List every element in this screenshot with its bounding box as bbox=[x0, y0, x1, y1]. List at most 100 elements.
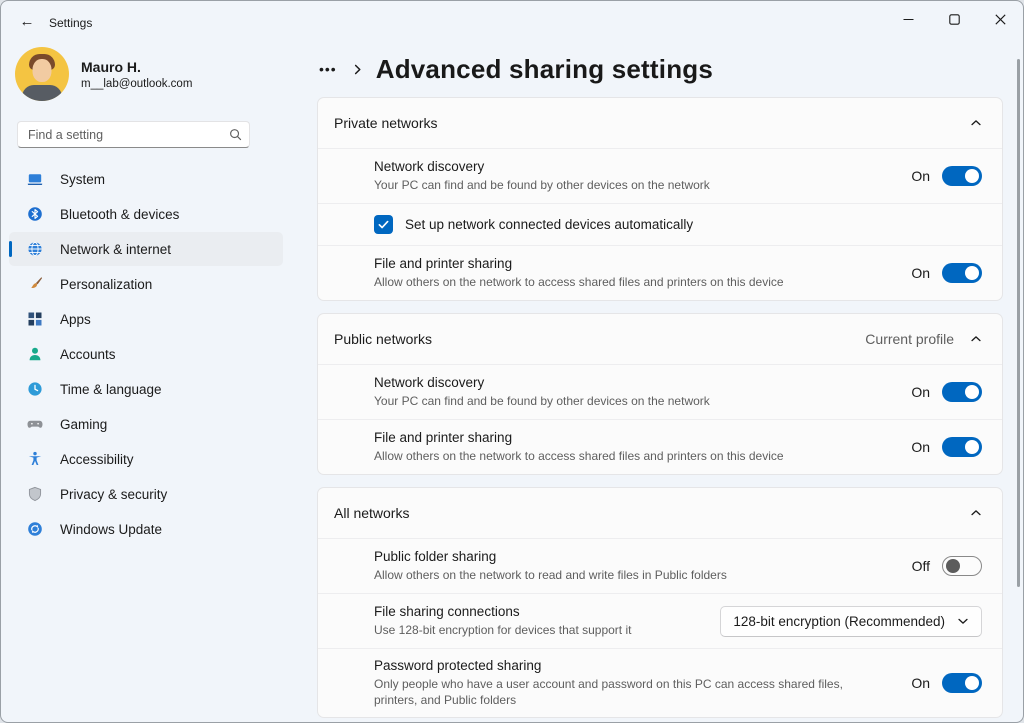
setting-title: Network discovery bbox=[374, 159, 911, 174]
sidebar-item-apps[interactable]: Apps bbox=[9, 302, 283, 336]
section-title: Private networks bbox=[334, 115, 970, 131]
checkbox-label: Set up network connected devices automat… bbox=[405, 217, 693, 232]
sidebar-item-personalization[interactable]: Personalization bbox=[9, 267, 283, 301]
sidebar-item-label: Bluetooth & devices bbox=[60, 207, 179, 222]
window-controls bbox=[885, 1, 1023, 37]
toggle-network-discovery[interactable] bbox=[942, 166, 982, 186]
profile-card: Mauro H. m__lab@outlook.com bbox=[15, 47, 291, 101]
sidebar-item-gaming[interactable]: Gaming bbox=[9, 407, 283, 441]
sidebar-item-bluetooth-devices[interactable]: Bluetooth & devices bbox=[9, 197, 283, 231]
setting-description: Allow others on the network to access sh… bbox=[374, 448, 874, 464]
profile-email: m__lab@outlook.com bbox=[81, 78, 192, 90]
titlebar: ← Settings bbox=[1, 1, 1023, 41]
sidebar-item-label: Time & language bbox=[60, 382, 162, 397]
sidebar-item-accessibility[interactable]: Accessibility bbox=[9, 442, 283, 476]
sidebar-item-network-internet[interactable]: Network & internet bbox=[9, 232, 283, 266]
section-card-public-networks: Public networksCurrent profileNetwork di… bbox=[317, 313, 1003, 475]
maximize-icon bbox=[949, 14, 960, 25]
setting-title: Public folder sharing bbox=[374, 549, 912, 564]
setting-title: File and printer sharing bbox=[374, 430, 911, 445]
maximize-button[interactable] bbox=[931, 1, 977, 37]
toggle-knob bbox=[965, 440, 979, 454]
toggle-network-discovery[interactable] bbox=[942, 382, 982, 402]
section-header-all-networks[interactable]: All networks bbox=[318, 488, 1002, 538]
sidebar-item-time-language[interactable]: Time & language bbox=[9, 372, 283, 406]
sidebar-item-label: Accounts bbox=[60, 347, 116, 362]
personalization-icon bbox=[27, 276, 43, 292]
section-card-all-networks: All networks Public folder sharing Allow o… bbox=[317, 487, 1003, 718]
apps-icon bbox=[27, 311, 43, 327]
setting-description: Your PC can find and be found by other d… bbox=[374, 393, 874, 409]
toggle-state-label: On bbox=[911, 439, 930, 455]
privacy-security-icon bbox=[27, 486, 43, 502]
dropdown-value: 128-bit encryption (Recommended) bbox=[733, 614, 945, 629]
setting-title: File and printer sharing bbox=[374, 256, 911, 271]
setting-description: Only people who have a user account and … bbox=[374, 676, 874, 708]
toggle-state-label: On bbox=[911, 675, 930, 691]
breadcrumb-ellipsis-button[interactable]: ••• bbox=[317, 59, 339, 79]
toggle-knob bbox=[965, 676, 979, 690]
sidebar-item-label: Personalization bbox=[60, 277, 152, 292]
setting-description: Allow others on the network to read and … bbox=[374, 567, 874, 583]
setting-row-password-protected-sharing: Password protected sharing Only people wh… bbox=[318, 648, 1002, 717]
chevron-up-icon bbox=[970, 507, 982, 519]
setting-row-network-discovery: Network discoveryYour PC can find and be… bbox=[318, 364, 1002, 419]
close-button[interactable] bbox=[977, 1, 1023, 37]
chevron-right-icon bbox=[351, 63, 364, 76]
setting-row-public-folder-sharing: Public folder sharing Allow others on the… bbox=[318, 538, 1002, 593]
sidebar-item-label: Privacy & security bbox=[60, 487, 167, 502]
setting-title: File sharing connections bbox=[374, 604, 720, 619]
sidebar-item-label: Windows Update bbox=[60, 522, 162, 537]
avatar bbox=[15, 47, 69, 101]
profile-name: Mauro H. bbox=[81, 59, 192, 75]
toggle-public-folder-sharing[interactable] bbox=[942, 556, 982, 576]
search-box bbox=[17, 121, 250, 148]
toggle-file-and-printer-sharing[interactable] bbox=[942, 437, 982, 457]
toggle-file-and-printer-sharing[interactable] bbox=[942, 263, 982, 283]
sidebar-item-privacy-security[interactable]: Privacy & security bbox=[9, 477, 283, 511]
checkbox-set-up-network-connected-devices-automatically[interactable] bbox=[374, 215, 393, 234]
toggle-knob bbox=[965, 385, 979, 399]
dropdown-file-sharing-connections[interactable]: 128-bit encryption (Recommended) bbox=[720, 606, 982, 637]
accessibility-icon bbox=[27, 451, 43, 467]
section-card-private-networks: Private networks Network discovery Your PC… bbox=[317, 97, 1003, 301]
setting-row-set-up-network-connected-devices-automatically: Set up network connected devices automat… bbox=[318, 203, 1002, 245]
sidebar-item-label: System bbox=[60, 172, 105, 187]
sidebar-item-label: Accessibility bbox=[60, 452, 134, 467]
scrollbar[interactable] bbox=[1017, 59, 1020, 587]
setting-row-file-sharing-connections: File sharing connectionsUse 128-bit encr… bbox=[318, 593, 1002, 648]
close-icon bbox=[995, 14, 1006, 25]
bluetooth-icon bbox=[27, 206, 43, 222]
app-title: Settings bbox=[49, 16, 92, 30]
main-content: ••• Advanced sharing settings Private ne… bbox=[317, 41, 1003, 722]
section-badge: Current profile bbox=[865, 331, 954, 347]
gaming-icon bbox=[27, 416, 43, 432]
setting-description: Your PC can find and be found by other d… bbox=[374, 177, 874, 193]
sidebar-nav: System Bluetooth & devices Network & inter… bbox=[1, 162, 291, 546]
search-input[interactable] bbox=[17, 121, 250, 148]
minimize-icon bbox=[903, 14, 914, 25]
settings-sections: Private networks Network discovery Your PC… bbox=[317, 97, 1003, 718]
section-title: All networks bbox=[334, 505, 970, 521]
selection-indicator bbox=[9, 241, 12, 257]
toggle-password-protected-sharing[interactable] bbox=[942, 673, 982, 693]
setting-row-file-and-printer-sharing: File and printer sharing Allow others on … bbox=[318, 419, 1002, 474]
page-title: Advanced sharing settings bbox=[376, 54, 713, 85]
windows-update-icon bbox=[27, 521, 43, 537]
sidebar-item-system[interactable]: System bbox=[9, 162, 283, 196]
sidebar-item-windows-update[interactable]: Windows Update bbox=[9, 512, 283, 546]
section-header-public-networks[interactable]: Public networksCurrent profile bbox=[318, 314, 1002, 364]
time-language-icon bbox=[27, 381, 43, 397]
toggle-state-label: On bbox=[911, 265, 930, 281]
settings-window: ← Settings Mauro H. m__lab@outlook.com bbox=[0, 0, 1024, 723]
search-icon bbox=[228, 127, 243, 142]
chevron-up-icon bbox=[970, 333, 982, 345]
section-header-private-networks[interactable]: Private networks bbox=[318, 98, 1002, 148]
chevron-up-icon bbox=[970, 117, 982, 129]
sidebar-item-accounts[interactable]: Accounts bbox=[9, 337, 283, 371]
minimize-button[interactable] bbox=[885, 1, 931, 37]
toggle-state-label: On bbox=[911, 384, 930, 400]
setting-title: Password protected sharing bbox=[374, 658, 911, 673]
setting-row-network-discovery: Network discovery Your PC can find and be… bbox=[318, 148, 1002, 203]
back-button[interactable]: ← bbox=[13, 11, 41, 33]
